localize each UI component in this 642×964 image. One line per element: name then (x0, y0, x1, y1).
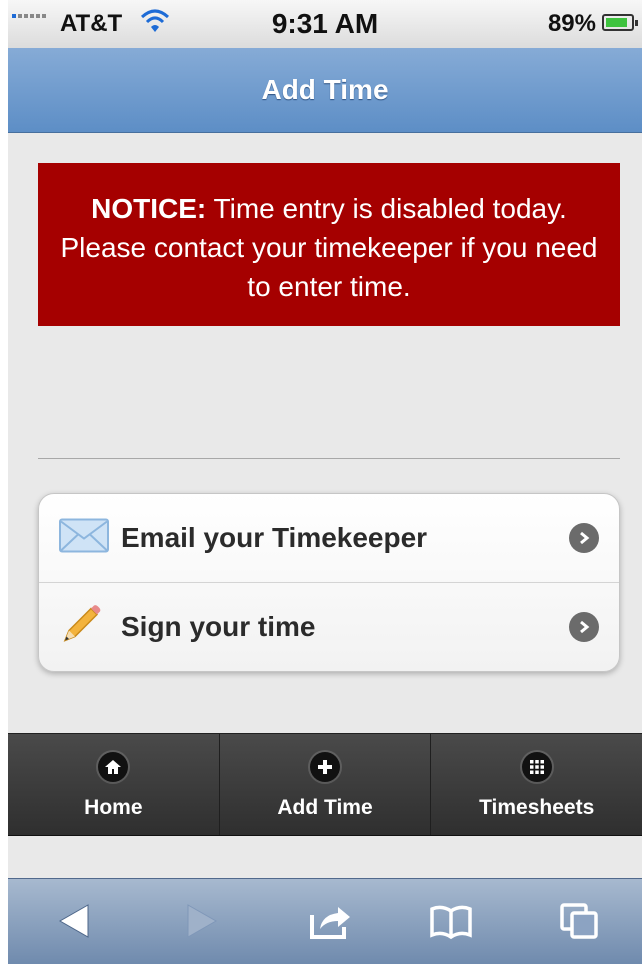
home-icon (98, 752, 129, 782)
envelope-icon (59, 518, 109, 558)
back-icon[interactable] (56, 901, 92, 946)
share-icon[interactable] (308, 901, 354, 946)
forward-icon[interactable] (184, 901, 220, 946)
grid-icon (521, 752, 552, 782)
plus-icon (310, 752, 340, 782)
tab-timesheets[interactable]: Timesheets (430, 734, 642, 835)
list-item-label: Sign your time (121, 611, 316, 642)
battery-percent: 89% (547, 10, 596, 37)
status-bar: AT&T 9:31 AM 89% (8, 0, 642, 49)
tabs-icon[interactable] (558, 901, 602, 946)
battery-level (606, 18, 628, 27)
app-screen: AT&T 9:31 AM 89% Add Time NOTICE: Time e… (8, 0, 642, 964)
battery-icon (602, 14, 638, 31)
divider (38, 458, 620, 459)
email-timekeeper-item[interactable]: Email your Timekeeper (39, 494, 619, 582)
tab-home[interactable]: Home (8, 734, 219, 835)
sign-time-item[interactable]: Sign your time (39, 582, 619, 671)
bookmarks-icon[interactable] (428, 901, 474, 946)
notice-prefix: NOTICE: (91, 193, 207, 224)
chevron-right-icon (569, 523, 599, 553)
tab-bar: Home Add Time Timesheets (8, 733, 642, 836)
status-time: 9:31 AM (271, 8, 379, 39)
list-item-label: Email your Timekeeper (121, 522, 428, 553)
action-list: Email your Timekeeper Sign your time (38, 493, 620, 672)
notice-banner: NOTICE: Time entry is disabled today. Pl… (38, 163, 620, 326)
pencil-icon (59, 603, 103, 652)
tab-label: Home (84, 796, 143, 819)
tab-label: Add Time (277, 796, 373, 819)
browser-toolbar (8, 878, 642, 964)
tab-label: Timesheets (479, 796, 595, 819)
page-title: Add Time (8, 48, 642, 133)
chevron-right-icon (569, 612, 599, 642)
tab-add-time[interactable]: Add Time (218, 734, 431, 835)
